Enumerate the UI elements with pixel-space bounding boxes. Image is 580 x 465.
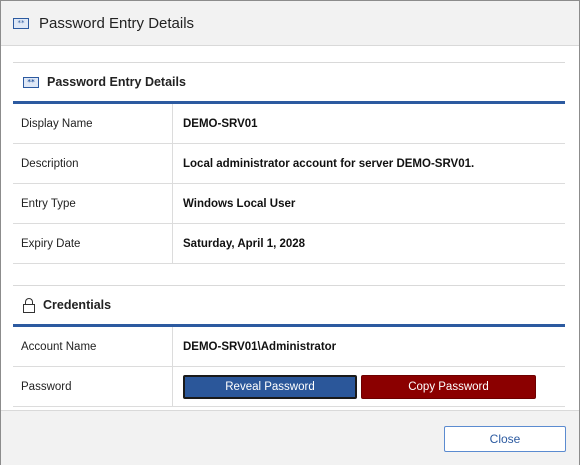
detail-row-expiry-date: Expiry Date Saturday, April 1, 2028 [13,224,565,264]
detail-label: Entry Type [13,184,173,223]
password-entry-icon: ** [13,17,29,29]
account-name-value: DEMO-SRV01\Administrator [183,340,337,353]
details-section-title: Password Entry Details [47,75,186,89]
credentials-section-title: Credentials [43,298,112,312]
lock-icon [23,298,35,313]
reveal-password-button[interactable]: Reveal Password [183,374,357,399]
details-section-header: ** Password Entry Details [13,62,565,101]
detail-row-description: Description Local administrator account … [13,144,565,184]
credential-row-password: Password Reveal Password Copy Password [13,367,565,407]
detail-row-display-name: Display Name DEMO-SRV01 [13,104,565,144]
credential-label: Password [13,367,173,406]
close-button[interactable]: Close [444,426,566,452]
detail-value: Windows Local User [183,197,296,210]
detail-value: Local administrator account for server D… [183,157,475,170]
detail-label: Description [13,144,173,183]
detail-label: Expiry Date [13,224,173,263]
detail-value: Saturday, April 1, 2028 [183,237,306,250]
password-entry-dialog: ** Password Entry Details ** Password En… [0,0,580,465]
detail-label: Display Name [13,104,173,143]
detail-value: DEMO-SRV01 [183,117,258,130]
detail-row-entry-type: Entry Type Windows Local User [13,184,565,224]
credentials-section-header: Credentials [13,285,565,324]
password-entry-icon: ** [23,76,39,88]
title-bar: ** Password Entry Details [1,1,579,46]
dialog-footer: Close [1,410,579,465]
copy-password-button[interactable]: Copy Password [361,374,536,399]
dialog-content: ** Password Entry Details Display Name D… [1,46,579,410]
credential-label: Account Name [13,327,173,366]
window-title: Password Entry Details [39,14,195,32]
password-actions: Reveal Password Copy Password [173,367,565,406]
credential-row-account: Account Name DEMO-SRV01\Administrator [13,327,565,367]
